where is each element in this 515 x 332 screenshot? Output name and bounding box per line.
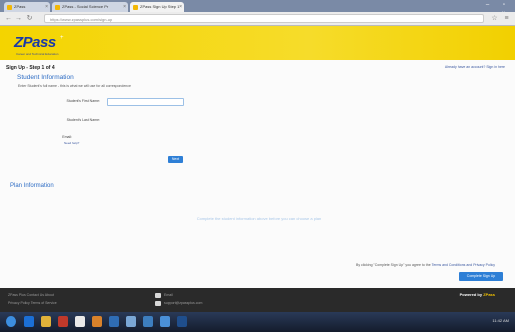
complete-signup-button[interactable]: Complete Sign Up [459, 272, 503, 281]
system-tray-clock[interactable]: 11:42 AM [492, 318, 509, 323]
footer-links-line1[interactable]: ZPass Plus Contact Us About [8, 293, 54, 297]
footer-links-line2[interactable]: Privacy Policy Terms of Service [8, 301, 57, 305]
student-info-heading: Student Information [17, 74, 74, 81]
first-name-label: Student's First Name: [66, 99, 100, 103]
app4-icon[interactable] [143, 316, 153, 327]
app-icon[interactable] [58, 316, 68, 327]
terms-text: By clicking "Complete Sign Up" you agree… [355, 263, 495, 267]
powered-by-logo: Powered by ZPass [459, 292, 495, 297]
footer-email-address[interactable]: support@zpassplus.com [164, 301, 202, 305]
email-help-link[interactable]: Need help? [64, 141, 79, 145]
back-icon[interactable]: ← [4, 14, 13, 23]
app5-icon[interactable] [160, 316, 170, 327]
app3-icon[interactable] [126, 316, 136, 327]
address-bar[interactable]: https://www.zpassplus.com/sign-up [44, 14, 484, 23]
close-tab-icon[interactable]: × [123, 2, 126, 12]
header-banner [0, 26, 515, 60]
chrome-icon[interactable] [75, 316, 85, 327]
zpass-logo[interactable]: ZPass [14, 34, 56, 51]
ie-icon[interactable] [24, 316, 34, 327]
tab-favicon-icon [133, 5, 138, 10]
plan-placeholder-text: Complete the student information above b… [196, 216, 322, 221]
folder-icon[interactable] [41, 316, 51, 327]
browser-tab-3[interactable]: ZPass Sign Up Step 1 × [130, 2, 184, 12]
browser-tab-2[interactable]: ZPass - Social Science Pr × [52, 2, 128, 12]
close-tab-icon[interactable]: × [179, 2, 182, 12]
forward-icon[interactable]: → [14, 14, 23, 23]
student-info-note: Enter Student's full name - this is what… [18, 84, 131, 88]
word-icon[interactable] [109, 316, 119, 327]
page-body [0, 26, 515, 288]
tab-favicon-icon [7, 5, 12, 10]
menu-icon[interactable]: ≡ [502, 14, 511, 23]
site-footer [0, 288, 515, 312]
email-label: Email: [62, 135, 72, 139]
logo-tagline: Career and Technical Education [16, 52, 59, 56]
browser-tab-1[interactable]: ZPass × [4, 2, 50, 12]
first-name-input[interactable] [107, 98, 184, 106]
star-icon[interactable]: ☆ [490, 14, 499, 23]
app2-icon[interactable] [92, 316, 102, 327]
envelope-icon [155, 293, 161, 298]
start-button-icon[interactable] [6, 316, 16, 327]
tab-favicon-icon [55, 5, 60, 10]
footer-email-label: Email [164, 293, 173, 297]
step-title: Sign Up - Step 1 of 4 [6, 65, 55, 71]
sign-in-link[interactable]: Already have an account? Sign in here [445, 65, 505, 69]
window-controls[interactable]: – ▫ × [477, 1, 511, 17]
plus-icon: + [60, 35, 64, 41]
plan-info-heading: Plan Information [10, 183, 54, 189]
terms-link[interactable]: Terms and Conditions and Privacy Policy [432, 263, 495, 267]
reload-icon[interactable]: ↻ [25, 14, 34, 23]
last-name-label: Student's Last Name: [66, 118, 100, 122]
close-tab-icon[interactable]: × [45, 2, 48, 12]
next-button[interactable]: Next [168, 156, 183, 163]
app6-icon[interactable] [177, 316, 187, 327]
chat-icon [155, 301, 161, 306]
